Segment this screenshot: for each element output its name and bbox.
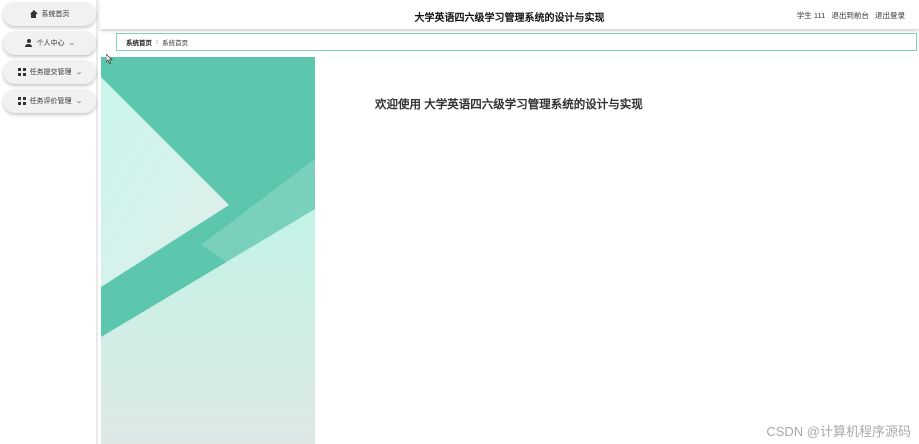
sidebar-item-label: 个人中心: [36, 40, 65, 47]
grid-icon: [17, 97, 26, 105]
grid-icon: [17, 68, 26, 76]
chevron-down-icon: ⌄: [74, 98, 83, 105]
home-icon: [29, 10, 38, 18]
user-role: 学生: [796, 11, 812, 20]
user-icon: [25, 39, 33, 47]
chevron-down-icon: ⌄: [67, 40, 76, 47]
welcome-message: 欢迎使用 大学英语四六级学习管理系统的设计与实现: [375, 99, 643, 111]
sidebar-item-profile[interactable]: 个人中心 ⌄: [3, 31, 96, 55]
decorative-triangles: [101, 57, 315, 444]
chevron-down-icon: ⌄: [74, 69, 83, 76]
sidebar-item-home[interactable]: 系统首页: [3, 2, 96, 26]
logout-link[interactable]: 退出登录: [875, 11, 905, 20]
breadcrumb-current: 系统首页: [162, 40, 189, 47]
watermark: CSDN @计算机程序源码: [766, 424, 911, 439]
decorative-banner: [101, 57, 315, 444]
sidebar: 系统首页 个人中心 ⌄ 任务提交管理 ⌄ 任务评价管理 ⌄: [0, 0, 98, 444]
user-area: 学生 111 退出到前台 退出登录: [797, 10, 905, 21]
breadcrumb-separator: ⁝: [156, 39, 159, 46]
sidebar-item-label: 任务评价管理: [29, 98, 72, 105]
back-to-front-link[interactable]: 退出到前台: [831, 11, 869, 20]
top-header: 大学英语四六级学习管理系统的设计与实现 学生 111 退出到前台 退出登录: [100, 0, 919, 29]
sidebar-item-label: 系统首页: [41, 11, 70, 18]
sidebar-item-label: 任务提交管理: [29, 69, 72, 76]
breadcrumb-home[interactable]: 系统首页: [126, 37, 152, 47]
sidebar-item-task-evaluation[interactable]: 任务评价管理 ⌄: [3, 89, 96, 113]
sidebar-item-task-submission[interactable]: 任务提交管理 ⌄: [3, 60, 96, 84]
mouse-cursor-icon: [106, 54, 113, 64]
breadcrumb: 系统首页 ⁝ 系统首页: [116, 33, 917, 51]
user-name: 111: [813, 11, 826, 20]
